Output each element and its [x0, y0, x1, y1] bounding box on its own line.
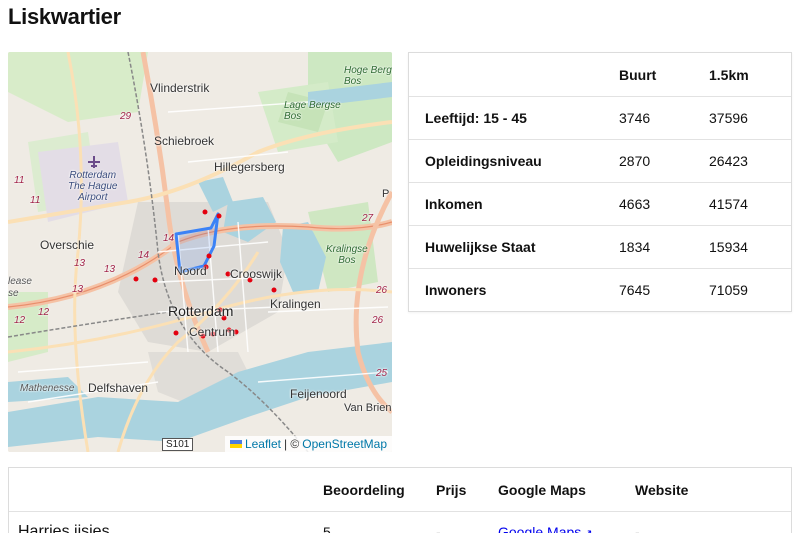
road-number: 26 [372, 315, 384, 326]
map-label-noord: Noord [174, 264, 207, 278]
external-link-icon: ↗ [583, 527, 592, 533]
stats-row-km: 15934 [709, 239, 748, 255]
map-label-van-brienen: Van Brienen [344, 402, 392, 414]
stats-row-opleidingsniveau: Opleidingsniveau 2870 26423 [409, 139, 791, 182]
road-number: 11 [30, 195, 41, 206]
map-label-pr: P [382, 188, 390, 200]
map-label-crooswijk: Crooswijk [230, 267, 283, 281]
map-label-hillegersberg: Hillegersberg [214, 160, 285, 174]
google-maps-link-label: Google Maps [498, 523, 582, 533]
road-number: 13 [104, 264, 116, 275]
stats-row-buurt: 3746 [619, 110, 651, 126]
stats-row-label: Opleidingsniveau [425, 153, 542, 169]
leaflet-link[interactable]: Leaflet [245, 437, 281, 451]
map-label-rotterdam: Rotterdam [168, 303, 234, 319]
road-number: 14 [163, 233, 175, 244]
place-website: - [635, 523, 640, 533]
places-header-price: Prijs [436, 481, 467, 498]
stats-row-inwoners: Inwoners 7645 71059 [409, 268, 791, 311]
map[interactable]: Vlinderstrik Schiebroek Hillegersberg Ro… [8, 52, 392, 452]
road-sign: S101 [162, 438, 194, 451]
stats-row-buurt: 4663 [619, 196, 651, 212]
google-maps-link[interactable]: Google Maps↗ [498, 524, 593, 533]
map-label-airport: Rotterdam The Hague Airport [68, 170, 118, 203]
map-label-overschie: Overschie [40, 238, 95, 252]
places-table: Beoordeling Prijs Google Maps Website Ha… [8, 467, 792, 533]
map-label-schiebroek: Schiebroek [154, 134, 215, 148]
openstreetmap-link[interactable]: OpenStreetMap [302, 437, 387, 451]
page-title: Liskwartier [8, 4, 121, 29]
map-label-feijenoord: Feijenoord [290, 387, 347, 401]
stats-row-km: 71059 [709, 282, 748, 298]
stats-row-label: Huwelijkse Staat [425, 239, 536, 255]
stats-header-buurt: Buurt [619, 66, 657, 83]
stats-row-inkomen: Inkomen 4663 41574 [409, 182, 791, 225]
map-label-kralingen: Kralingen [270, 297, 321, 311]
road-number: 12 [14, 315, 26, 326]
table-row: Harries ijsjes 5 - Google Maps↗ - [9, 511, 791, 533]
road-number: 29 [120, 111, 132, 122]
attribution-separator: | © [283, 437, 300, 451]
stats-row-leeftijd: Leeftijd: 15 - 45 3746 37596 [409, 96, 791, 139]
places-header-row: Beoordeling Prijs Google Maps Website [9, 468, 791, 511]
stats-row-buurt: 2870 [619, 153, 651, 169]
road-number: 14 [138, 250, 150, 261]
map-label-lage-bergse-bos: Lage Bergse Bos [284, 100, 341, 122]
stats-row-label: Leeftijd: 15 - 45 [425, 110, 527, 126]
map-label-centrum: Centrum [189, 325, 236, 339]
stats-row-buurt: 1834 [619, 239, 651, 255]
map-label-kralingse-bos: Kralingse Bos [326, 244, 368, 266]
stats-table: Buurt 1.5km Leeftijd: 15 - 45 3746 37596… [408, 52, 792, 312]
place-name: Harries ijsjes [18, 522, 110, 533]
stats-row-km: 26423 [709, 153, 748, 169]
stats-row-buurt: 7645 [619, 282, 651, 298]
stats-row-label: Inkomen [425, 196, 483, 212]
map-label-hoge-bergse-bos: Hoge Berg Bos [344, 65, 392, 87]
road-number: 27 [362, 213, 374, 224]
stats-row-km: 37596 [709, 110, 748, 126]
road-number: 25 [376, 368, 388, 379]
place-google-maps-cell: Google Maps↗ [482, 524, 619, 533]
map-label-lease: lease [8, 276, 32, 287]
places-header-google-maps: Google Maps [498, 481, 586, 498]
road-number: 13 [72, 284, 84, 295]
stats-row-label: Inwoners [425, 282, 487, 298]
map-label-se: se [8, 288, 19, 299]
places-header-rating: Beoordeling [323, 481, 405, 498]
road-number: 26 [376, 285, 388, 296]
ukraine-flag-icon [229, 440, 242, 448]
place-rating: 5 [323, 523, 331, 533]
map-label-vlinderstrik: Vlinderstrik [150, 81, 210, 95]
road-number: 12 [38, 307, 50, 318]
map-attribution: Leaflet | © OpenStreetMap [224, 436, 392, 452]
map-label-delfshaven: Delfshaven [88, 381, 149, 395]
stats-row-huwelijkse-staat: Huwelijkse Staat 1834 15934 [409, 225, 791, 268]
stats-header-row: Buurt 1.5km [409, 53, 791, 96]
stats-header-radius: 1.5km [709, 66, 749, 83]
road-number: 11 [14, 175, 25, 186]
map-label-mathenesse: Mathenesse [20, 383, 75, 394]
places-header-website: Website [635, 481, 689, 498]
road-number: 13 [74, 258, 86, 269]
stats-row-km: 41574 [709, 196, 748, 212]
place-price: - [436, 523, 441, 533]
